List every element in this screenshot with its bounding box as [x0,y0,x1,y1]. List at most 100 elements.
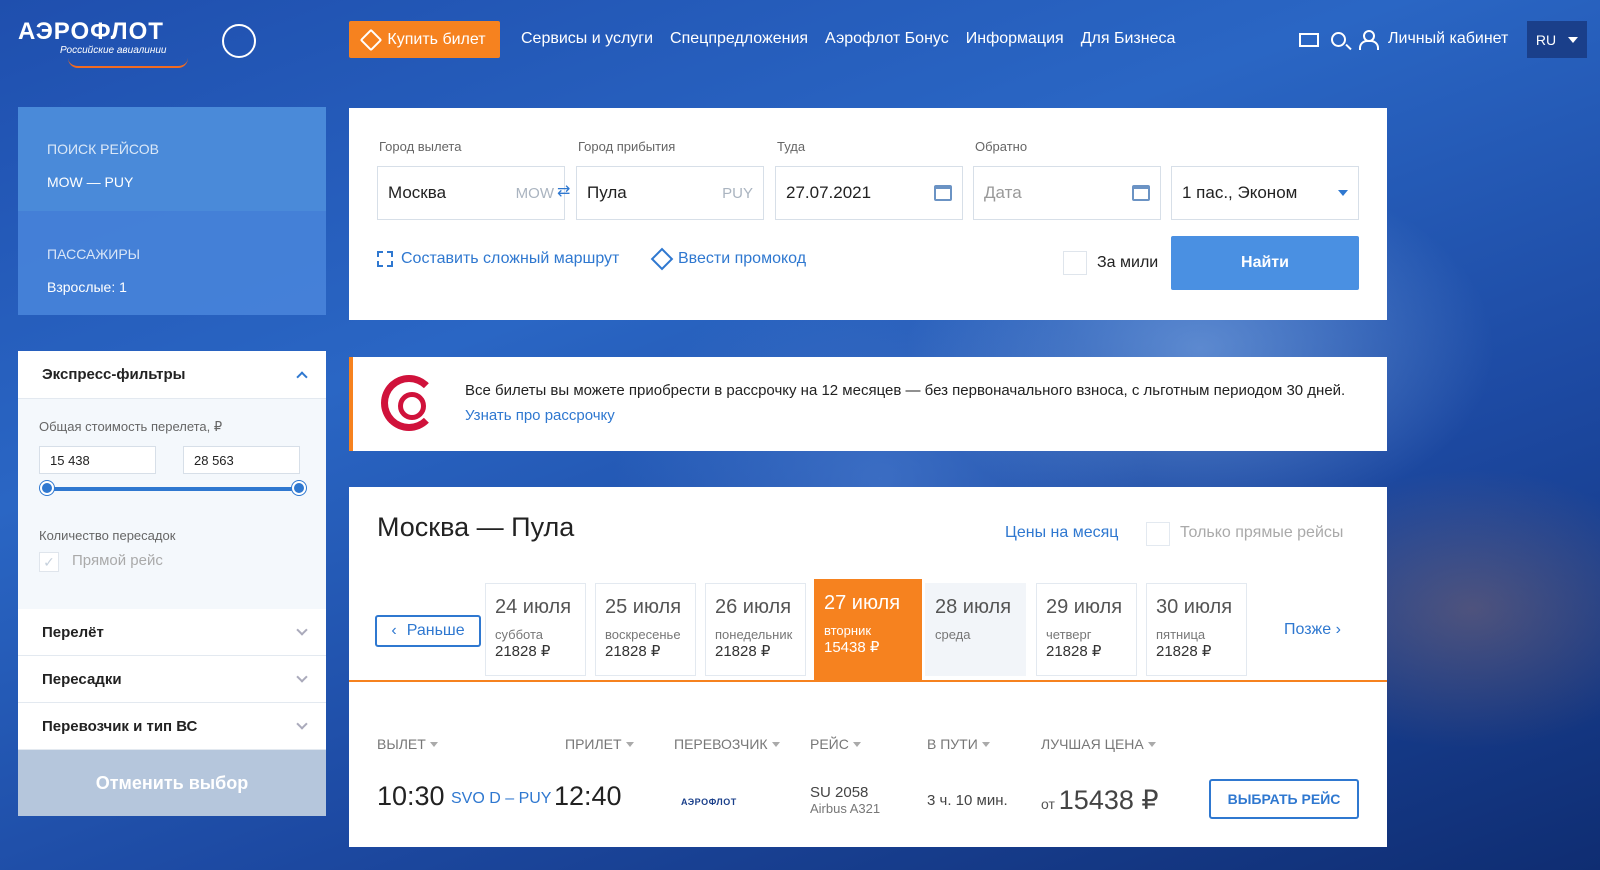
price-label: Общая стоимость перелета, ₽ [39,419,223,434]
direct-only-checkbox[interactable] [1146,522,1170,546]
express-filters-header[interactable]: Экспресс-фильтры [18,351,326,399]
column-label: В ПУТИ [927,736,978,752]
price-slider-max-handle[interactable] [292,481,306,495]
reset-filters-button[interactable]: Отменить выбор [18,750,326,816]
mail-icon[interactable] [1299,33,1319,47]
filter-section-label: Перевозчик и тип ВС [42,717,198,735]
nav-business[interactable]: Для Бизнеса [1081,30,1176,48]
depart-date-input[interactable]: 27.07.2021 [775,166,963,220]
price-min-input[interactable]: 15 438 [39,446,156,474]
promo-code-link[interactable]: Ввести промокод [650,247,806,271]
results-panel: Москва — Пула Цены на месяц Только прямы… [349,487,1387,847]
nav-info[interactable]: Информация [966,30,1064,48]
from-city-value: Москва [388,183,447,202]
logo-text: АЭРОФЛОТ [18,18,164,45]
date-tab-weekday: вторник [824,623,872,638]
nav-services[interactable]: Сервисы и услуги [521,30,653,48]
date-tab[interactable]: 30 июля пятница 21828 ₽ [1146,583,1247,676]
flight-duration: 3 ч. 10 мин. [927,792,1008,809]
chevron-down-icon [296,671,308,683]
aeroflot-logo[interactable]: АЭРОФЛОТ Российские авиалинии [18,14,258,70]
price-slider-track[interactable] [47,487,299,491]
skyteam-icon [222,24,256,58]
date-tab[interactable]: 28 июля среда [925,583,1026,676]
later-button[interactable]: Позже › [1284,621,1341,639]
search-summary[interactable]: ПОИСК РЕЙСОВ MOW — PUY ПАССАЖИРЫ Взрослы… [18,107,326,315]
sort-icon [771,741,780,747]
calendar-icon [934,185,952,201]
return-date-input[interactable]: Дата [973,166,1161,220]
date-tab-price: 21828 ₽ [1046,643,1102,660]
column-arrive[interactable]: ПРИЛЕТ [565,736,634,752]
direct-flight-checkbox[interactable]: ✓ [39,552,59,572]
from-label: Город вылета [379,139,462,154]
summary-route: MOW — PUY [47,174,134,190]
user-icon[interactable] [1358,30,1379,50]
month-prices-link[interactable]: Цены на месяц [1005,524,1118,542]
personal-cabinet-link[interactable]: Личный кабинет [1388,30,1508,48]
calendar-icon [1132,185,1150,201]
flight-route: SVO D – PUY [451,790,552,807]
complex-route-label: Составить сложный маршрут [401,250,620,267]
installment-link[interactable]: Узнать про рассрочку [465,407,615,424]
date-tab[interactable]: 29 июля четверг 21828 ₽ [1036,583,1137,676]
results-divider [349,680,1387,682]
date-tab-price: 21828 ₽ [1156,643,1212,660]
buy-ticket-label: Купить билет [387,30,486,48]
sort-icon [981,741,990,747]
search-icon[interactable] [1331,31,1346,47]
date-tab-selected[interactable]: 27 июля вторник 15438 ₽ [814,579,922,680]
complex-route-link[interactable]: Составить сложный маршрут [377,250,619,268]
date-tab[interactable]: 24 июля суббота 21828 ₽ [485,583,586,676]
date-tab-date: 30 июля [1156,596,1233,618]
choose-flight-button[interactable]: ВЫБРАТЬ РЕЙС [1209,779,1359,819]
column-label: ПЕРЕВОЗЧИК [674,736,768,752]
route-icon [377,251,393,267]
column-depart[interactable]: ВЫЛЕТ [377,736,438,752]
column-carrier[interactable]: ПЕРЕВОЗЧИК [674,736,780,752]
later-label: Позже [1284,621,1332,638]
to-label: Город прибытия [578,139,676,154]
swap-cities-icon[interactable]: ⇄ [557,181,570,201]
filter-section-label: Пересадки [42,670,122,688]
earlier-button[interactable]: ‹ Раньше [375,615,481,647]
buy-ticket-button[interactable]: Купить билет [349,21,500,58]
miles-label: За мили [1097,254,1159,271]
date-tab-price: 21828 ₽ [715,643,771,660]
passengers-value: 1 пас., Эконом [1182,183,1298,202]
nav-special-offers[interactable]: Спецпредложения [670,30,808,48]
price-slider-min-handle[interactable] [40,481,54,495]
passengers-select[interactable]: 1 пас., Эконом [1171,166,1359,220]
date-tab-date: 24 июля [495,596,572,618]
from-city-input[interactable]: Москва MOW [377,166,565,220]
logo-swoosh-icon [68,58,188,68]
column-best-price[interactable]: ЛУЧШАЯ ЦЕНА [1041,736,1156,752]
filter-section-transfers[interactable]: Пересадки [18,656,326,703]
miles-checkbox[interactable] [1063,251,1087,275]
chevron-right-icon: › [1335,621,1341,638]
column-flight[interactable]: РЕЙС [810,736,861,752]
summary-route-block[interactable] [18,107,326,211]
date-tab-weekday: пятница [1156,627,1206,642]
to-city-input[interactable]: Пула PUY [576,166,764,220]
carrier-logo: АЭРОФЛОТ [681,797,737,807]
price-max-input[interactable]: 28 563 [183,446,300,474]
filter-section-flight[interactable]: Перелёт [18,609,326,656]
language-select[interactable]: RU [1527,21,1587,58]
column-label: ЛУЧШАЯ ЦЕНА [1041,736,1144,752]
logo-subtitle: Российские авиалинии [60,45,167,56]
find-button[interactable]: Найти [1171,236,1359,290]
column-duration[interactable]: В ПУТИ [927,736,990,752]
nav-bonus[interactable]: Аэрофлот Бонус [825,30,949,48]
date-tab[interactable]: 26 июля понедельник 21828 ₽ [705,583,806,676]
chevron-down-icon [1568,36,1579,43]
date-tab[interactable]: 25 июля воскресенье 21828 ₽ [595,583,696,676]
earlier-label: Раньше [406,622,465,639]
date-tab-date: 26 июля [715,596,792,618]
filter-section-carrier[interactable]: Перевозчик и тип ВС [18,703,326,750]
depart-label: Туда [777,139,806,154]
sort-icon [1147,741,1156,747]
price-prefix: от [1041,796,1055,812]
column-label: РЕЙС [810,736,849,752]
from-city-code: MOW [515,184,554,202]
